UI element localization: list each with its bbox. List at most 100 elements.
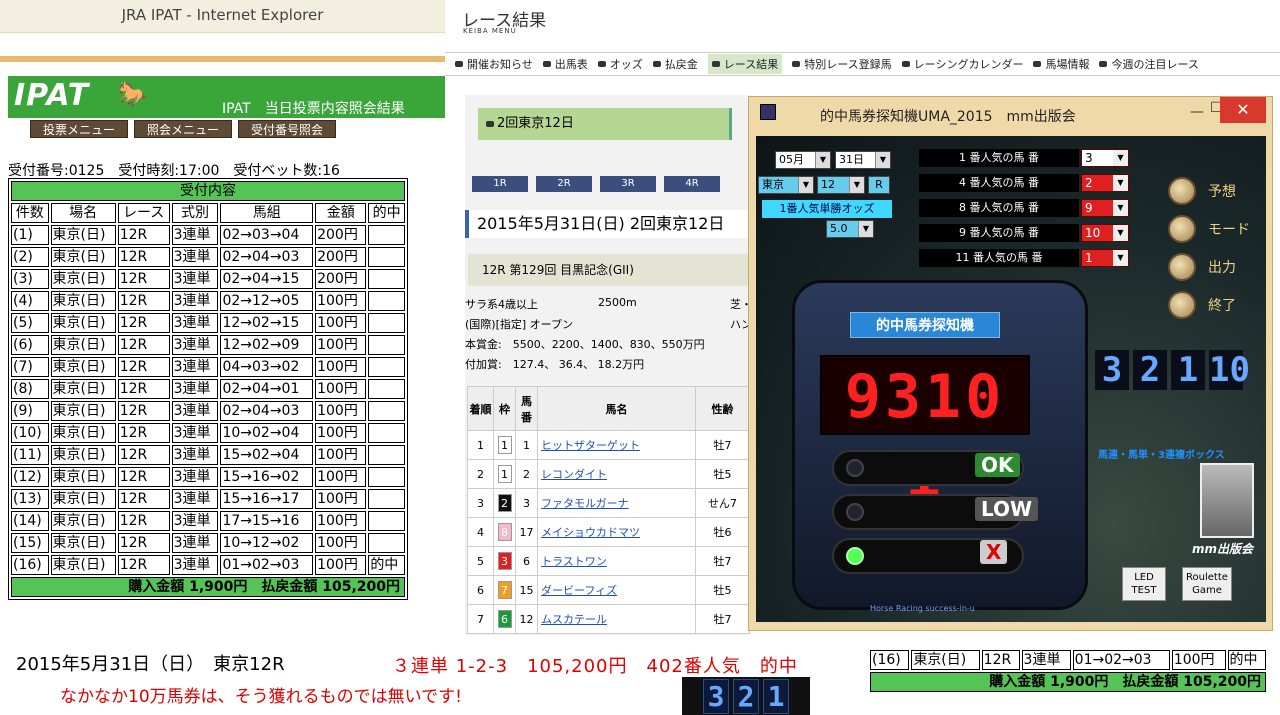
table-row: (16) 東京(日) 12R 3連単 01→02→03 100円 的中 [11,555,405,575]
side-round-button[interactable] [1168,291,1196,319]
day-value: 31日 [839,153,864,166]
receipt-number-button[interactable]: 受付番号照会 [238,120,337,138]
chevron-down-icon: ▼ [858,221,873,237]
close-icon[interactable]: ✕ [1220,97,1266,123]
minimize-icon[interactable]: — [1190,104,1204,120]
nav-item[interactable]: 払戻金 [652,56,698,72]
table-cell: 12R [117,445,170,465]
table-cell: 的中 [1227,650,1266,670]
led-test-button[interactable]: LED TEST [1122,567,1166,601]
popularity-label: 11 番人気の馬 番 [919,249,1079,267]
race-info-distance: 2500m [598,296,637,309]
nav-item[interactable]: 出馬表 [542,56,588,72]
horse-name-link[interactable]: レコンダイト [537,459,696,489]
mini-result-table: (16) 東京(日) 12R 3連単 01→02→03 100円 的中 購入金額 1,900… [868,648,1268,694]
table-cell: 02→04→01 [220,379,314,399]
race-button[interactable]: 1R [472,176,528,192]
waku-cell: 6 [493,604,516,634]
table-cell: 17→15→16 [220,511,314,531]
table-cell: 02→04→03 [220,247,314,267]
race-button[interactable]: 2R [536,176,592,192]
table-cell: 100円 [315,533,367,553]
table-cell [368,269,405,289]
waku-cell: 8 [493,517,516,547]
nav-item[interactable]: 今週の注目レース [1099,56,1199,72]
column-header: 着順 [467,386,494,431]
popularity-select[interactable]: 9 ▼ [1081,199,1129,217]
vote-menu-button[interactable]: 投票メニュー [30,120,129,138]
popularity-select[interactable]: 2 ▼ [1081,174,1129,192]
day-select[interactable]: 31日 ▼ [835,151,891,169]
nav-item[interactable]: オッズ [597,56,643,72]
table-cell: (4) [11,291,49,311]
table-row: (10) 東京(日) 12R 3連単 10→02→04 100円 [11,423,405,443]
table-cell: 04→03→02 [220,357,314,377]
table-cell: 12R [117,313,170,333]
popularity-value: 10 [1085,226,1101,240]
led-digit: 1 [1171,350,1205,390]
table-cell: (8) [11,379,49,399]
nav-item[interactable]: 馬場情報 [1033,56,1089,72]
race-date-heading: 2015年5月31日(日) 2回東京12日 [465,210,750,238]
popularity-value: 9 [1085,201,1093,215]
nav-item[interactable]: 特別レース登録馬 [792,56,892,72]
table-cell [368,489,405,509]
nav-label: 特別レース登録馬 [804,58,892,71]
sex-age: 牡7 [695,604,750,634]
popularity-select[interactable]: 1 ▼ [1081,249,1129,267]
waku-badge: 7 [497,581,512,599]
roulette-button[interactable]: Roulette Game [1182,567,1232,601]
table-cell: 100円 [315,511,367,531]
side-round-button[interactable] [1168,253,1196,281]
nav-label: レーシングカレンダー [913,58,1024,71]
popularity-label: 8 番人気の馬 番 [919,199,1079,217]
side-button-label: モード [1208,222,1250,238]
table-row: 7 6 12 ムスカテール 牡7 [467,604,750,634]
table-cell: 東京(日) [50,269,116,289]
place-select[interactable]: 東京 ▼ [758,176,814,194]
month-select[interactable]: 05月 ▼ [775,151,831,169]
race-button[interactable]: 3R [600,176,656,192]
nav-item[interactable]: レーシングカレンダー [901,56,1024,72]
side-round-button[interactable] [1168,215,1196,243]
horse-name-link[interactable]: ファタモルガーナ [537,488,696,518]
table-cell: 10→02→04 [220,423,314,443]
meeting-tab[interactable]: 2回東京12日 [478,108,732,140]
column-header: 件数 [11,203,49,223]
month-value: 05月 [779,153,804,166]
table-cell: 東京(日) [50,555,116,575]
mini-footer: 購入金額 1,900円 払戻金額 105,200円 [870,672,1266,692]
horse-name-link[interactable]: ヒットザターゲット [537,430,696,460]
popularity-select[interactable]: 10 ▼ [1081,224,1129,242]
table-cell: (9) [11,401,49,421]
waku-badge: 1 [497,465,512,483]
odds-select[interactable]: 5.0 ▼ [826,220,874,238]
popularity-value: 3 [1085,151,1093,165]
table-cell: (2) [11,247,49,267]
nav-item[interactable]: 開催お知らせ [455,56,533,72]
table-cell: 東京(日) [911,650,980,670]
table-cell: 3連単 [171,225,219,245]
table-cell: 12R [117,467,170,487]
race-buttons: 1R 2R 3R 4R [472,176,720,192]
table-cell: 100円 [315,335,367,355]
side-round-button[interactable] [1168,177,1196,205]
horse-name-link[interactable]: メイショウカドマツ [537,517,696,547]
nav-item[interactable]: レース結果 [707,54,783,74]
led-digit: 2 [1133,350,1167,390]
popularity-value: 1 [1085,251,1093,265]
inquiry-menu-button[interactable]: 照会メニュー [134,120,233,138]
r-button[interactable]: R [868,176,890,194]
popularity-select[interactable]: 3 ▼ [1081,149,1129,167]
place-value: 東京 [762,178,784,191]
horse-name-link[interactable]: ムスカテール [537,604,696,634]
race-value: 12 [821,178,835,191]
race-select[interactable]: 12 ▼ [817,176,865,194]
race-button[interactable]: 4R [664,176,720,192]
table-cell [368,313,405,333]
table-cell: 3連単 [171,379,219,399]
table-row: (6) 東京(日) 12R 3連単 12→02→09 100円 [11,335,405,355]
finish-position: 4 [467,517,494,547]
horse-name-link[interactable]: ダービーフィズ [537,575,696,605]
horse-name-link[interactable]: トラストワン [537,546,696,576]
